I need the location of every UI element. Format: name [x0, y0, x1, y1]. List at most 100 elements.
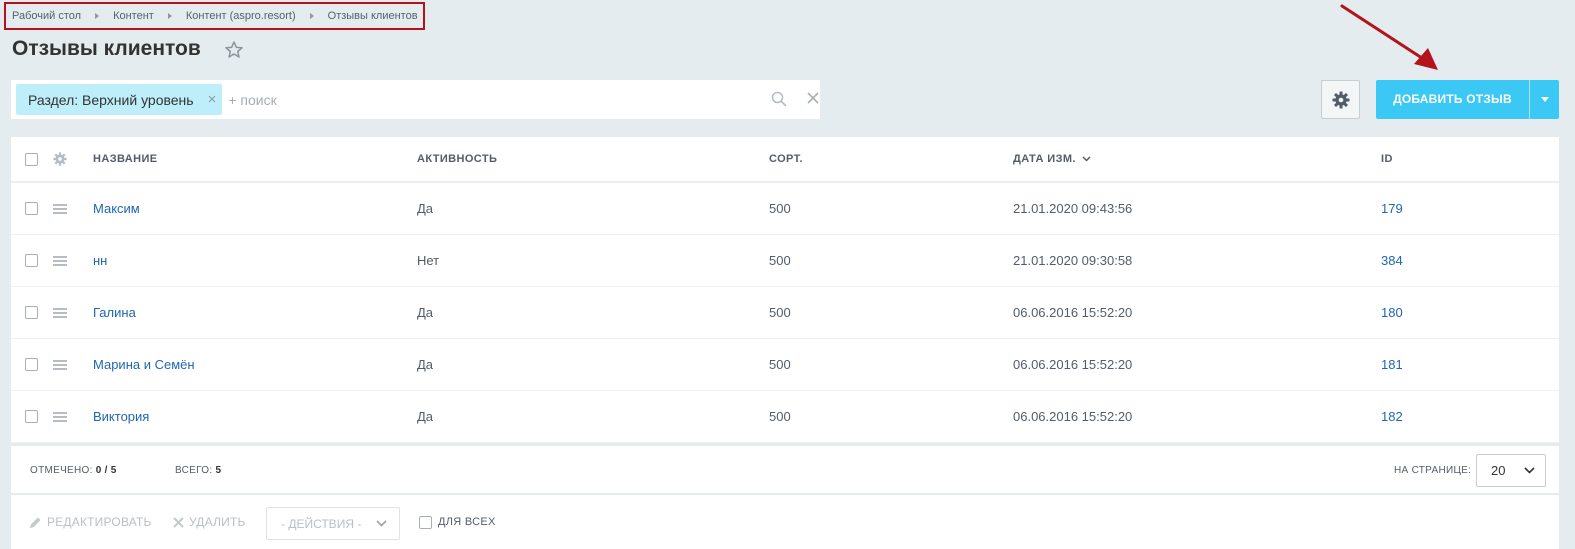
row-name-link[interactable]: Виктория — [93, 391, 149, 442]
row-id-link[interactable]: 180 — [1381, 287, 1403, 338]
row-name-link[interactable]: Марина и Семён — [93, 339, 195, 390]
annotation-arrow-icon — [1340, 4, 1438, 70]
row-sort: 500 — [769, 409, 791, 424]
row-checkbox[interactable] — [25, 358, 38, 371]
row-checkbox-cell — [25, 183, 38, 234]
row-menu-icon[interactable] — [53, 359, 67, 370]
breadcrumb-separator-icon — [167, 13, 172, 19]
row-menu-icon[interactable] — [53, 255, 67, 266]
add-review-dropdown[interactable] — [1530, 97, 1559, 102]
chevron-down-icon — [1524, 467, 1535, 474]
total-counter: ВСЕГО: 5 — [175, 446, 221, 494]
total-value: 5 — [215, 464, 222, 476]
row-date: 06.06.2016 15:52:20 — [1013, 409, 1133, 424]
gear-icon — [1332, 91, 1349, 108]
delete-button[interactable]: УДАЛИТЬ — [173, 495, 246, 549]
row-menu-cell — [53, 183, 67, 234]
close-icon — [173, 516, 184, 528]
column-header-active[interactable]: АКТИВНОСТЬ — [417, 137, 497, 181]
row-name-link[interactable]: Максим — [93, 183, 140, 234]
search-input[interactable] — [228, 91, 729, 108]
add-review-label[interactable]: ДОБАВИТЬ ОТЗЫВ — [1376, 80, 1530, 119]
row-id-link[interactable]: 179 — [1381, 183, 1403, 234]
breadcrumb-separator-icon — [95, 13, 100, 19]
delete-label: УДАЛИТЬ — [189, 515, 246, 529]
marked-label: ОТМЕЧЕНО: — [30, 464, 93, 476]
column-settings-cell — [53, 137, 67, 181]
edit-button[interactable]: РЕДАКТИРОВАТЬ — [29, 495, 152, 549]
per-page-value: 20 — [1491, 463, 1506, 478]
for-all-label: ДЛЯ ВСЕХ — [438, 516, 496, 528]
per-page-label: НА СТРАНИЦЕ: — [1394, 464, 1472, 476]
actions-select-value: - ДЕЙСТВИЯ - — [281, 516, 362, 531]
breadcrumb-item-current[interactable]: Отзывы клиентов — [328, 10, 418, 22]
table-row[interactable]: нн Нет 500 21.01.2020 09:30:58 384 — [11, 235, 1559, 287]
row-name-link[interactable]: нн — [93, 235, 107, 286]
row-checkbox[interactable] — [25, 202, 38, 215]
add-review-button[interactable]: ДОБАВИТЬ ОТЗЫВ — [1376, 80, 1559, 119]
row-checkbox[interactable] — [25, 410, 38, 423]
breadcrumb-item-content[interactable]: Контент — [113, 10, 154, 22]
actions-select[interactable]: - ДЕЙСТВИЯ - — [266, 507, 400, 540]
row-menu-icon[interactable] — [53, 411, 67, 422]
row-checkbox-cell — [25, 235, 38, 286]
table-row[interactable]: Виктория Да 500 06.06.2016 15:52:20 182 — [11, 391, 1559, 443]
row-checkbox-cell — [25, 287, 38, 338]
select-all-checkbox-cell — [25, 137, 38, 181]
column-header-sort[interactable]: СОРТ. — [769, 137, 803, 181]
column-header-id[interactable]: ID — [1381, 137, 1393, 181]
per-page-select[interactable]: 20 — [1476, 454, 1546, 487]
reviews-table: НАЗВАНИЕ АКТИВНОСТЬ СОРТ. ДАТА ИЗМ. ID М… — [11, 137, 1559, 443]
marked-counter: ОТМЕЧЕНО: 0 / 5 — [30, 446, 117, 494]
row-active: Да — [417, 409, 434, 424]
row-id-link[interactable]: 182 — [1381, 391, 1403, 442]
row-checkbox[interactable] — [25, 306, 38, 319]
gear-icon[interactable] — [53, 152, 67, 166]
breadcrumb-item-desktop[interactable]: Рабочий стол — [12, 10, 81, 22]
row-sort: 500 — [769, 201, 791, 216]
row-checkbox-cell — [25, 391, 38, 442]
clear-search-icon[interactable] — [806, 91, 820, 105]
row-active: Да — [417, 201, 434, 216]
table-row[interactable]: Марина и Семён Да 500 06.06.2016 15:52:2… — [11, 339, 1559, 391]
row-date: 21.01.2020 09:30:58 — [1013, 253, 1133, 268]
total-label: ВСЕГО: — [175, 464, 213, 476]
for-all-option[interactable]: ДЛЯ ВСЕХ — [419, 495, 496, 549]
column-header-date[interactable]: ДАТА ИЗМ. — [1013, 137, 1091, 181]
row-active: Да — [417, 305, 434, 320]
chevron-down-icon — [1540, 97, 1549, 102]
table-row[interactable]: Максим Да 500 21.01.2020 09:43:56 179 — [11, 183, 1559, 235]
row-menu-cell — [53, 287, 67, 338]
sort-desc-icon — [1082, 156, 1091, 162]
row-id-link[interactable]: 181 — [1381, 339, 1403, 390]
row-active: Да — [417, 357, 434, 372]
row-menu-icon[interactable] — [53, 307, 67, 318]
row-date: 06.06.2016 15:52:20 — [1013, 357, 1133, 372]
row-menu-cell — [53, 339, 67, 390]
column-header-name[interactable]: НАЗВАНИЕ — [93, 137, 158, 181]
select-all-checkbox[interactable] — [25, 152, 38, 166]
for-all-checkbox[interactable] — [419, 515, 432, 529]
row-checkbox[interactable] — [25, 254, 38, 267]
marked-value: 0 / 5 — [95, 464, 117, 476]
row-menu-icon[interactable] — [53, 203, 67, 214]
row-date: 21.01.2020 09:43:56 — [1013, 201, 1133, 216]
chip-remove-icon[interactable]: × — [208, 91, 217, 108]
chevron-down-icon — [376, 520, 387, 527]
row-checkbox-cell — [25, 339, 38, 390]
row-id-link[interactable]: 384 — [1381, 235, 1403, 286]
settings-button[interactable] — [1321, 80, 1360, 119]
star-icon[interactable] — [224, 40, 244, 60]
table-header: НАЗВАНИЕ АКТИВНОСТЬ СОРТ. ДАТА ИЗМ. ID — [11, 137, 1559, 183]
row-sort: 500 — [769, 357, 791, 372]
row-sort: 500 — [769, 253, 791, 268]
filter-chip-label: Раздел: Верхний уровень — [28, 91, 194, 108]
search-icon[interactable] — [771, 91, 787, 107]
row-menu-cell — [53, 391, 67, 442]
filter-search-bar[interactable]: Раздел: Верхний уровень × — [11, 80, 820, 119]
table-row[interactable]: Галина Да 500 06.06.2016 15:52:20 180 — [11, 287, 1559, 339]
row-date: 06.06.2016 15:52:20 — [1013, 305, 1133, 320]
filter-chip-section[interactable]: Раздел: Верхний уровень × — [16, 84, 223, 115]
breadcrumb-item-content-site[interactable]: Контент (aspro.resort) — [186, 10, 296, 22]
row-name-link[interactable]: Галина — [93, 287, 136, 338]
